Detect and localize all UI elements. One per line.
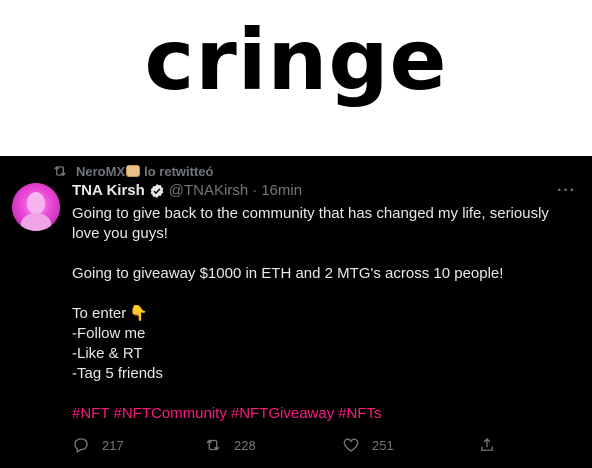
verified-badge-icon (150, 183, 164, 198)
timestamp[interactable]: 16min (261, 182, 302, 199)
tweet-header: TNA Kirsh @TNAKirsh · 16min (72, 182, 302, 199)
retweet-text: lo retwitteó (144, 163, 214, 179)
tweet-line: -Tag 5 friends (72, 365, 163, 382)
more-icon[interactable]: ··· (557, 182, 576, 200)
tweet-line: To enter 👇 (72, 304, 572, 324)
meme-caption-area: cringe (0, 0, 592, 156)
tweet-card[interactable]: NeroMX lo retwitteó TNA Kirsh @TNAKirsh … (0, 156, 592, 468)
tweet-line: Going to giveaway $1000 in ETH and 2 MTG… (72, 265, 504, 282)
avatar-head (27, 192, 45, 214)
retweet-icon (206, 439, 220, 451)
retweeter-name[interactable]: NeroMX (76, 164, 125, 179)
pointing-down-emoji-icon: 👇 (129, 305, 148, 322)
tweet-body: Going to give back to the community that… (72, 204, 572, 424)
meme-caption: cringe (144, 11, 448, 109)
like-count: 251 (372, 437, 394, 453)
retweet-icon (54, 166, 66, 176)
share-icon (481, 438, 493, 451)
hashtag-link[interactable]: #NFTs (338, 405, 381, 422)
tweet-line-text: To enter (72, 305, 127, 322)
tweet-actions: 217 228 251 (72, 436, 512, 456)
separator: · (252, 182, 258, 199)
retweet-context: NeroMX lo retwitteó (52, 162, 213, 180)
hashtags: #NFT #NFTCommunity #NFTGiveaway #NFTs (72, 404, 572, 424)
tweet-line: Going to give back to the community that… (72, 205, 549, 242)
share-button[interactable] (478, 436, 508, 454)
avatar[interactable] (12, 183, 60, 231)
like-icon (343, 438, 359, 452)
reply-button[interactable]: 217 (72, 436, 124, 454)
hashtag-link[interactable]: #NFTCommunity (114, 405, 227, 422)
reply-icon (74, 438, 88, 453)
bread-emoji-icon (126, 165, 141, 177)
tweet-line: -Like & RT (72, 345, 143, 362)
avatar-body (21, 213, 51, 231)
retweet-count: 228 (234, 437, 256, 453)
retweet-button[interactable]: 228 (204, 436, 256, 454)
like-button[interactable]: 251 (342, 436, 394, 454)
tweet-line: -Follow me (72, 325, 146, 342)
hashtag-link[interactable]: #NFTGiveaway (231, 405, 334, 422)
display-name[interactable]: TNA Kirsh (72, 182, 145, 199)
handle[interactable]: @TNAKirsh (169, 182, 248, 199)
reply-count: 217 (102, 437, 124, 453)
hashtag-link[interactable]: #NFT (72, 405, 110, 422)
